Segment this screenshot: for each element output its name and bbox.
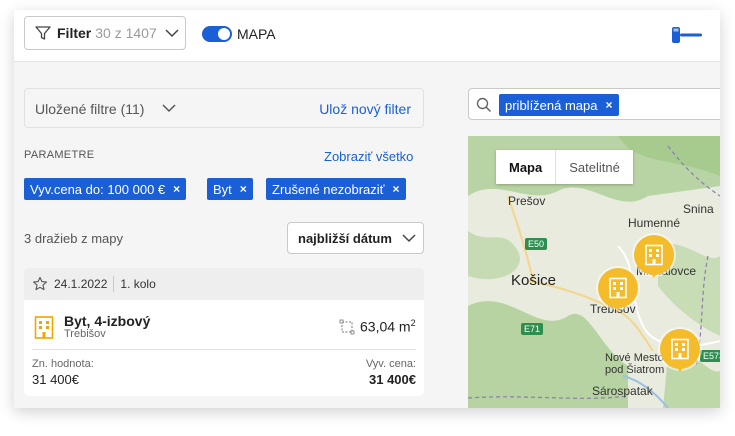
- city-label: Nové Mesto pod Šiatrom: [605, 352, 665, 376]
- marker-tail: [613, 303, 623, 311]
- city-label: Humenné: [628, 216, 681, 230]
- toggle-knob: [218, 28, 230, 40]
- map-search-field[interactable]: priblížená mapa ×: [468, 88, 720, 120]
- chevron-down-icon: [402, 234, 416, 243]
- save-new-filter-link[interactable]: Ulož nový filter: [319, 101, 411, 117]
- saved-filters-label: Uložené filtre (11): [35, 101, 145, 117]
- top-bar: Filter 30 z 1407 MAPA: [14, 10, 720, 62]
- show-all-link[interactable]: Zobraziť všetko: [324, 149, 413, 164]
- close-icon[interactable]: ×: [240, 182, 247, 196]
- listing-area: 63,04 m2: [360, 318, 416, 335]
- auction-card[interactable]: 24.1.2022 1. kolo Byt, 4-izbový Trebišov…: [24, 268, 424, 396]
- building-icon: [671, 338, 689, 360]
- filter-count: 30 z 1407: [95, 25, 157, 41]
- road-shield: E71: [521, 323, 544, 335]
- value-label: Zn. hodnota:: [32, 358, 94, 370]
- param-chip-cancelled[interactable]: Zrušené nezobraziť ×: [266, 178, 406, 200]
- city-label: Prešov: [508, 194, 546, 208]
- filter-label: Filter: [57, 25, 92, 41]
- city-label: Košice: [511, 272, 557, 289]
- map-toggle[interactable]: [202, 26, 232, 42]
- building-icon: [34, 316, 54, 339]
- map-type-tabs: Mapa Satelitné: [496, 150, 633, 184]
- card-header: 24.1.2022 1. kolo: [24, 268, 424, 300]
- close-icon[interactable]: ×: [393, 182, 400, 196]
- building-icon: [609, 277, 627, 299]
- chip-label: priblížená mapa: [505, 97, 598, 113]
- divider: [113, 276, 115, 292]
- listing-location: Trebišov: [64, 328, 106, 340]
- listing-title: Byt, 4-izbový: [64, 313, 151, 329]
- map-marker[interactable]: [634, 235, 674, 278]
- auction-date: 24.1.2022: [54, 277, 108, 291]
- marker-tail: [649, 270, 659, 278]
- map-view[interactable]: Mapa Satelitné Prešov Humenné Snina Koši…: [468, 136, 720, 408]
- star-icon[interactable]: [32, 276, 48, 292]
- building-icon: [645, 244, 663, 266]
- auction-round: 1. kolo: [120, 277, 156, 291]
- saved-filters-dropdown[interactable]: Uložené filtre (11) Ulož nový filter: [24, 88, 424, 128]
- zoomed-map-chip[interactable]: priblížená mapa ×: [499, 94, 619, 116]
- road-shield: E573: [700, 350, 720, 362]
- tab-satellite[interactable]: Satelitné: [556, 150, 633, 184]
- chevron-down-icon: [162, 104, 176, 113]
- map-marker[interactable]: [598, 268, 638, 311]
- price-label: Vyv. cena:: [365, 358, 416, 370]
- card-divider: [32, 349, 416, 350]
- sort-dropdown[interactable]: najbližší dátum: [287, 222, 424, 254]
- area-icon: [339, 319, 355, 335]
- search-icon: [476, 97, 492, 113]
- parameters-title: PARAMETRE: [24, 149, 95, 161]
- chip-label: Zrušené nezobraziť: [272, 181, 385, 197]
- chip-label: Vyv.cena do: 100 000 €: [30, 181, 166, 197]
- price-amount: 31 400€: [369, 372, 416, 387]
- param-chip-price[interactable]: Vyv.cena do: 100 000 € ×: [24, 178, 187, 200]
- city-label: Snina: [683, 202, 714, 216]
- road-shield: E50: [525, 238, 548, 250]
- param-chip-type[interactable]: Byt ×: [207, 178, 253, 200]
- funnel-icon: [35, 26, 51, 40]
- sort-label: najbližší dátum: [298, 230, 392, 246]
- app-window: Filter 30 z 1407 MAPA Uložené filtre (11…: [14, 10, 720, 408]
- city-label: Sárospatak: [592, 384, 653, 398]
- marker-tail: [675, 364, 685, 372]
- chevron-down-icon: [165, 29, 179, 38]
- chip-label: Byt: [213, 181, 232, 197]
- value-amount: 31 400€: [32, 372, 79, 387]
- close-icon[interactable]: ×: [606, 98, 613, 112]
- user-menu-icon[interactable]: [670, 25, 704, 45]
- map-toggle-label: MAPA: [237, 26, 276, 42]
- filter-button[interactable]: Filter 30 z 1407: [24, 16, 186, 50]
- results-summary: 3 dražieb z mapy: [24, 231, 123, 246]
- close-icon[interactable]: ×: [173, 182, 180, 196]
- map-marker[interactable]: [660, 329, 700, 372]
- tab-map[interactable]: Mapa: [496, 150, 557, 184]
